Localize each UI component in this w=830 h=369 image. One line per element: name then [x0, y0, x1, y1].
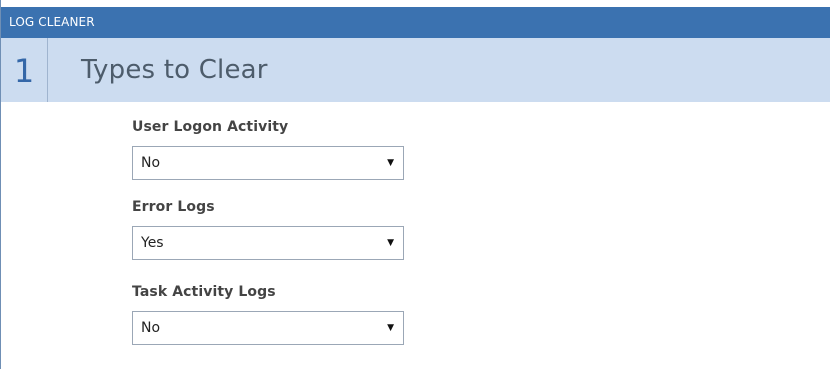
field-label: User Logon Activity	[132, 119, 289, 135]
window-title: LOG CLEANER	[9, 15, 95, 29]
section-header: 1 Types to Clear	[1, 38, 830, 102]
select-value: Yes	[141, 235, 164, 251]
chevron-down-icon[interactable]: ▼	[387, 227, 394, 259]
field-label: Error Logs	[132, 199, 215, 215]
section-title: Types to Clear	[81, 55, 268, 85]
chevron-down-icon[interactable]: ▼	[387, 312, 394, 344]
log-cleaner-window: LOG CLEANER 1 Types to Clear User Logon …	[0, 0, 830, 369]
field-error-logs: Error Logs Yes ▼	[132, 197, 404, 260]
select-value: No	[141, 320, 161, 336]
select-value: No	[141, 155, 161, 171]
user-logon-activity-select[interactable]: No ▼	[132, 146, 404, 180]
section-number: 1	[1, 38, 48, 102]
field-label: Task Activity Logs	[132, 284, 276, 300]
window-titlebar: LOG CLEANER	[1, 7, 830, 38]
field-task-activity-logs: Task Activity Logs No ▼	[132, 282, 404, 345]
task-activity-logs-select[interactable]: No ▼	[132, 311, 404, 345]
error-logs-select[interactable]: Yes ▼	[132, 226, 404, 260]
chevron-down-icon[interactable]: ▼	[387, 147, 394, 179]
field-user-logon-activity: User Logon Activity No ▼	[132, 117, 404, 180]
